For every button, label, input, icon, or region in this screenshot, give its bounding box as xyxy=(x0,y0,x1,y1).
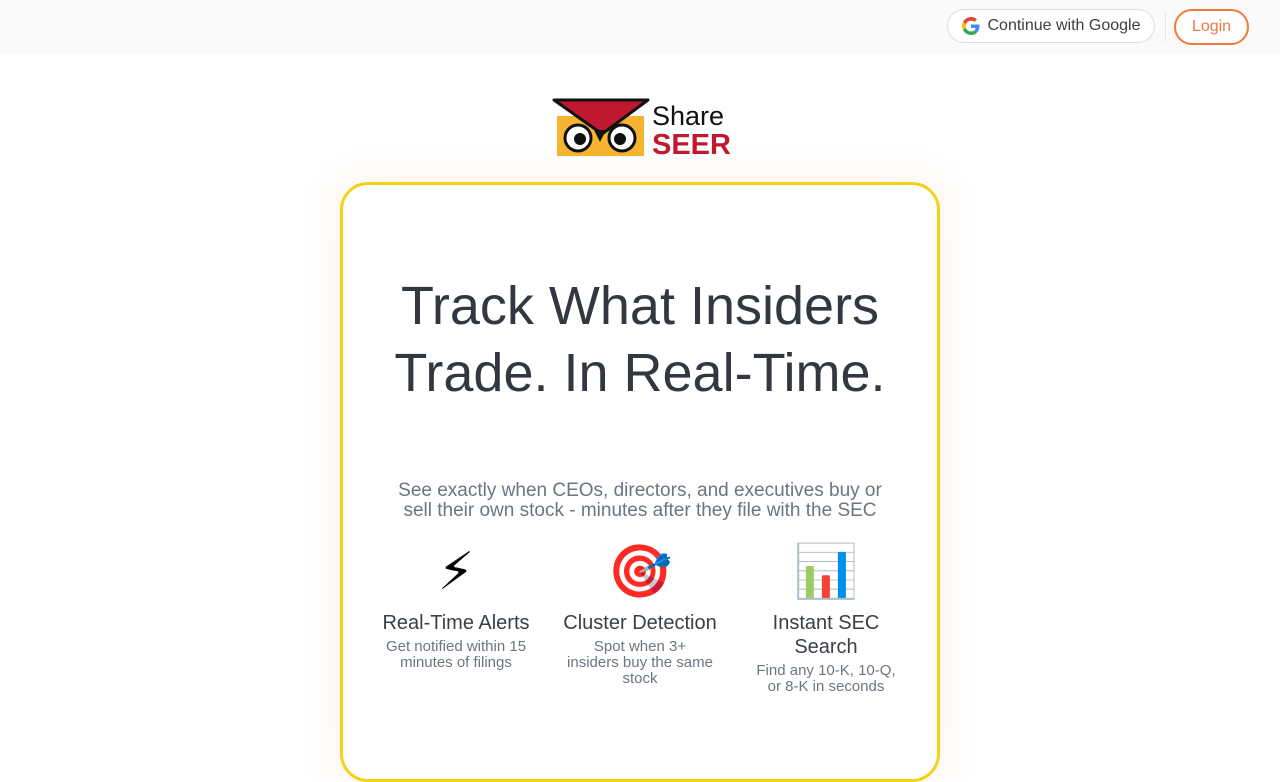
shareseer-logo[interactable]: Share SEER xyxy=(552,98,730,158)
feature-title: Cluster Detection xyxy=(563,612,717,634)
feature-description: Find any 10-K, 10-Q, or 8-K in seconds xyxy=(756,662,896,695)
feature-cluster-detection: 🎯 Cluster Detection Spot when 3+ insider… xyxy=(555,541,725,687)
hero-headline: Track What Insiders Trade. In Real-Time. xyxy=(394,276,886,403)
feature-description: Get notified within 15 minutes of filing… xyxy=(385,638,527,671)
logo-text-share: Share xyxy=(652,101,724,131)
feature-instant-sec-search: 📊 Instant SEC Search Find any 10-K, 10-Q… xyxy=(741,541,911,695)
feature-real-time-alerts: ⚡ Real-Time Alerts Get notified within 1… xyxy=(371,541,541,671)
continue-with-google-button[interactable]: Continue with Google xyxy=(947,9,1155,43)
hero-card: Track What Insiders Trade. In Real-Time.… xyxy=(340,182,940,782)
feature-title: Real-Time Alerts xyxy=(382,612,530,634)
bar-chart-icon: 📊 xyxy=(793,543,859,601)
feature-description: Spot when 3+ insiders buy the same stock xyxy=(567,638,713,687)
target-icon: 🎯 xyxy=(607,543,673,601)
google-icon xyxy=(961,17,979,35)
header-divider xyxy=(1165,12,1166,42)
login-button[interactable]: Login xyxy=(1174,9,1249,45)
feature-title: Instant SEC Search xyxy=(772,612,880,658)
google-button-label: Continue with Google xyxy=(987,17,1141,34)
logo-text-seer: SEER xyxy=(652,129,730,158)
lightning-icon: ⚡ xyxy=(437,543,475,601)
hero-subtitle: See exactly when CEOs, directors, and ex… xyxy=(398,480,882,521)
top-bar: Continue with Google Login xyxy=(0,0,1280,54)
